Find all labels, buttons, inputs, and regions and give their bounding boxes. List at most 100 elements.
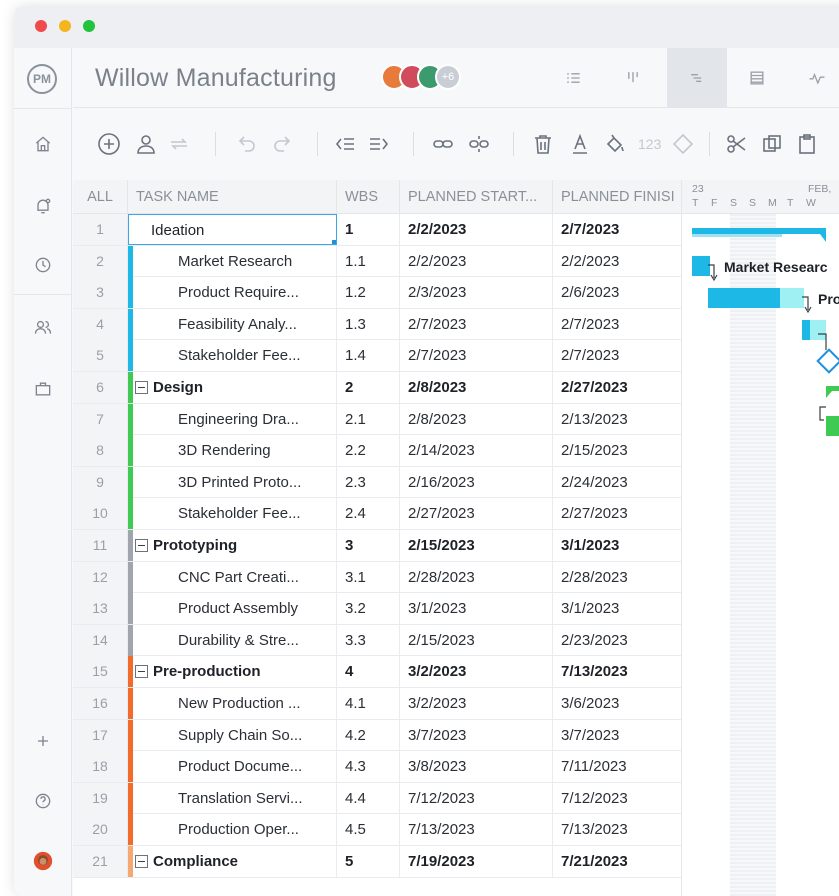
task-row[interactable]: 16 New Production ... 4.1 3/2/2023 3/6/2023 xyxy=(73,688,681,720)
redo-icon[interactable] xyxy=(268,130,296,158)
planned-start-cell[interactable]: 3/7/2023 xyxy=(400,719,553,751)
select-all-header[interactable]: ALL xyxy=(73,180,128,214)
wbs-cell[interactable]: 3.1 xyxy=(337,561,400,593)
wbs-cell[interactable]: 1.1 xyxy=(337,245,400,277)
planned-start-cell[interactable]: 2/2/2023 xyxy=(400,214,553,245)
planned-finish-cell[interactable]: 2/13/2023 xyxy=(553,404,681,435)
wbs-cell[interactable]: 2.2 xyxy=(337,435,400,467)
planned-start-cell[interactable]: 2/7/2023 xyxy=(400,308,553,340)
task-name-cell[interactable]: Translation Servi... xyxy=(128,782,337,814)
row-number[interactable]: 14 xyxy=(73,624,128,656)
task-row[interactable]: 20 Production Oper... 4.5 7/13/2023 7/13/202… xyxy=(73,814,681,846)
link-icon[interactable] xyxy=(429,130,457,158)
task-name-cell[interactable]: Prototyping xyxy=(128,530,337,561)
task-name-cell[interactable]: 3D Rendering xyxy=(128,435,337,467)
planned-finish-cell[interactable]: 2/6/2023 xyxy=(553,277,681,308)
list-view-icon[interactable] xyxy=(543,48,603,108)
text-color-icon[interactable] xyxy=(566,130,594,158)
undo-icon[interactable] xyxy=(233,130,261,158)
task-row[interactable]: 4 Feasibility Analy... 1.3 2/7/2023 2/7/2023 xyxy=(73,308,681,341)
planned-start-cell[interactable]: 7/19/2023 xyxy=(400,846,553,877)
planned-finish-cell[interactable]: 7/21/2023 xyxy=(553,846,681,877)
planned-start-header[interactable]: PLANNED START... xyxy=(400,180,553,214)
task-name-cell[interactable]: Stakeholder Fee... xyxy=(128,340,337,372)
wbs-cell[interactable]: 2 xyxy=(337,372,400,403)
wbs-cell[interactable]: 1.3 xyxy=(337,308,400,340)
task-name-cell[interactable]: Product Docume... xyxy=(128,751,337,783)
add-task-icon[interactable] xyxy=(95,130,123,158)
task-name-cell[interactable]: Design xyxy=(128,372,337,403)
task-name-cell[interactable]: Engineering Dra... xyxy=(128,403,337,435)
gantt-view-icon[interactable] xyxy=(667,48,727,108)
task-name-cell[interactable]: Pre-production xyxy=(128,656,337,688)
wbs-cell[interactable]: 4 xyxy=(337,656,400,688)
indent-icon[interactable] xyxy=(365,130,393,158)
outdent-icon[interactable] xyxy=(331,130,359,158)
planned-finish-cell[interactable]: 2/7/2023 xyxy=(553,340,681,371)
row-number[interactable]: 3 xyxy=(73,277,128,309)
planned-finish-cell[interactable]: 7/13/2023 xyxy=(553,814,681,845)
milestone-icon[interactable] xyxy=(669,130,697,158)
task-row[interactable]: 21 Compliance 5 7/19/2023 7/21/2023 xyxy=(73,846,681,878)
dashboard-view-icon[interactable] xyxy=(787,48,839,108)
planned-start-cell[interactable]: 7/12/2023 xyxy=(400,782,553,814)
planned-start-cell[interactable]: 3/2/2023 xyxy=(400,656,553,688)
assign-user-icon[interactable] xyxy=(132,130,160,158)
collapse-toggle-icon[interactable] xyxy=(135,539,148,552)
wbs-cell[interactable]: 1 xyxy=(337,214,400,245)
planned-finish-cell[interactable]: 3/6/2023 xyxy=(553,688,681,719)
row-number[interactable]: 7 xyxy=(73,403,128,435)
wbs-cell[interactable]: 1.2 xyxy=(337,277,400,309)
row-number[interactable]: 1 xyxy=(73,214,128,245)
planned-start-cell[interactable]: 2/14/2023 xyxy=(400,435,553,467)
planned-start-cell[interactable]: 2/27/2023 xyxy=(400,498,553,530)
task-row[interactable]: 18 Product Docume... 4.3 3/8/2023 7/11/2023 xyxy=(73,751,681,783)
planned-start-cell[interactable]: 7/13/2023 xyxy=(400,814,553,846)
row-number[interactable]: 8 xyxy=(73,435,128,467)
recurring-icon[interactable] xyxy=(165,130,193,158)
help-icon[interactable] xyxy=(30,788,56,814)
row-number[interactable]: 10 xyxy=(73,498,128,530)
planned-start-cell[interactable]: 2/3/2023 xyxy=(400,277,553,309)
pm-logo[interactable]: PM xyxy=(27,64,57,94)
row-number[interactable]: 11 xyxy=(73,530,128,561)
row-number[interactable]: 6 xyxy=(73,372,128,403)
planned-start-cell[interactable]: 2/8/2023 xyxy=(400,403,553,435)
task-row[interactable]: 12 CNC Part Creati... 3.1 2/28/2023 2/28/202… xyxy=(73,561,681,594)
task-name-cell[interactable]: CNC Part Creati... xyxy=(128,561,337,593)
task-row[interactable]: 14 Durability & Stre... 3.3 2/15/2023 2/23/2… xyxy=(73,624,681,657)
team-icon[interactable] xyxy=(30,314,56,340)
row-number[interactable]: 9 xyxy=(73,466,128,498)
planned-finish-cell[interactable]: 2/27/2023 xyxy=(553,498,681,529)
wbs-cell[interactable]: 1.4 xyxy=(337,340,400,372)
planned-finish-header[interactable]: PLANNED FINISI xyxy=(553,180,681,214)
row-number[interactable]: 19 xyxy=(73,782,128,814)
task-row[interactable]: 1 Ideation 1 2/2/2023 2/7/2023 xyxy=(73,214,681,246)
task-name-cell[interactable]: Product Assembly xyxy=(128,593,337,625)
planned-start-cell[interactable]: 2/8/2023 xyxy=(400,372,553,403)
task-row[interactable]: 17 Supply Chain So... 4.2 3/7/2023 3/7/2023 xyxy=(73,719,681,752)
task-name-cell[interactable]: Stakeholder Fee... xyxy=(128,498,337,530)
task-row[interactable]: 2 Market Research 1.1 2/2/2023 2/2/2023 xyxy=(73,245,681,278)
planned-start-cell[interactable]: 2/2/2023 xyxy=(400,245,553,277)
planned-finish-cell[interactable]: 2/15/2023 xyxy=(553,435,681,466)
paste-icon[interactable] xyxy=(793,130,821,158)
task-row[interactable]: 8 3D Rendering 2.2 2/14/2023 2/15/2023 xyxy=(73,435,681,467)
task-name-cell[interactable]: Production Oper... xyxy=(128,814,337,846)
row-number[interactable]: 5 xyxy=(73,340,128,372)
task-row[interactable]: 6 Design 2 2/8/2023 2/27/2023 xyxy=(73,372,681,404)
planned-finish-cell[interactable]: 7/12/2023 xyxy=(553,783,681,814)
copy-icon[interactable] xyxy=(758,130,786,158)
delete-icon[interactable] xyxy=(529,130,557,158)
task-name-cell[interactable]: Compliance xyxy=(128,846,337,877)
clock-icon[interactable] xyxy=(30,252,56,278)
add-icon[interactable] xyxy=(30,728,56,754)
planned-finish-cell[interactable]: 2/7/2023 xyxy=(553,309,681,340)
cut-icon[interactable] xyxy=(723,130,751,158)
row-number[interactable]: 12 xyxy=(73,561,128,593)
task-row[interactable]: 9 3D Printed Proto... 2.3 2/16/2023 2/24/202… xyxy=(73,466,681,499)
task-name-cell[interactable]: Market Research xyxy=(128,245,337,277)
planned-start-cell[interactable]: 3/8/2023 xyxy=(400,751,553,783)
row-number[interactable]: 4 xyxy=(73,308,128,340)
more-members-badge[interactable]: +6 xyxy=(435,64,461,90)
